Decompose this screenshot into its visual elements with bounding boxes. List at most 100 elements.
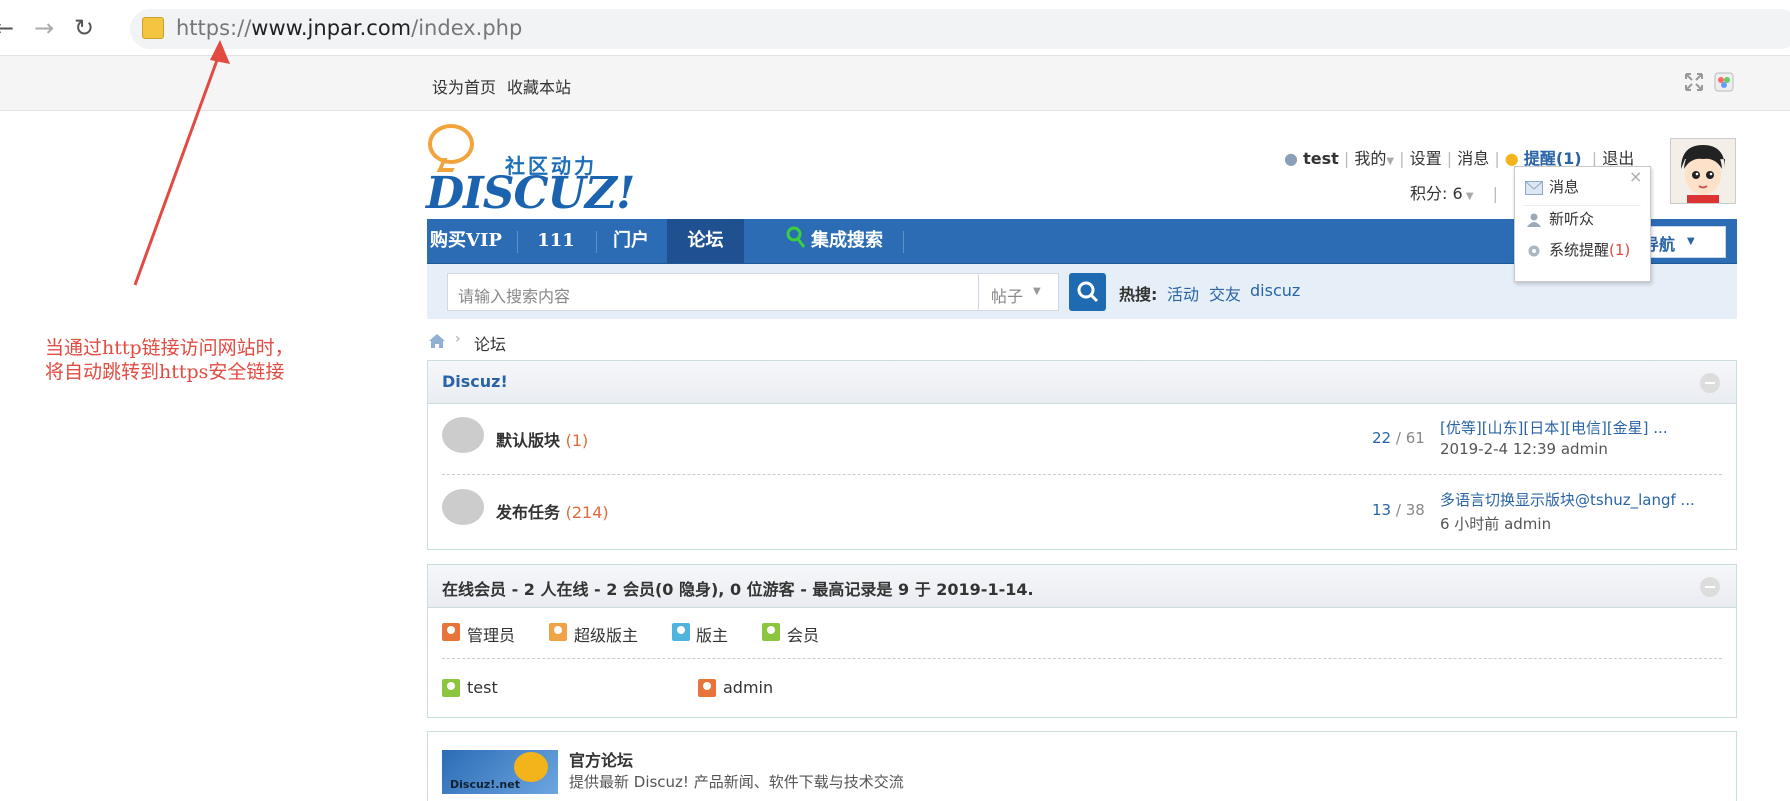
address-bar[interactable]: https://www.jnpar.com/index.php [130, 9, 1790, 49]
annotation-arrow [133, 40, 230, 286]
popup-item-system-reminder[interactable]: 系统提醒(1) [1525, 239, 1630, 260]
legend-super-moderator: 超级版主 [574, 626, 639, 645]
chevron-down-icon: ▼ [1386, 156, 1395, 167]
search-type-select[interactable]: 帖子 ▼ [979, 273, 1059, 311]
logo-en-text[interactable]: DISCUZ! [426, 168, 635, 219]
collapse-icon[interactable] [1700, 577, 1720, 597]
forward-icon[interactable]: → [30, 14, 58, 42]
avatar[interactable] [1670, 138, 1736, 204]
credits-text: 积分: 6 [1410, 184, 1463, 203]
forum-last-post-title[interactable]: 多语言切换显示版块@tshuz_langf ... [1440, 489, 1695, 510]
user-icon: ● [1284, 149, 1298, 168]
back-icon[interactable]: ← [0, 14, 18, 42]
search-input[interactable]: 请输入搜索内容 [447, 273, 979, 311]
reload-icon[interactable]: ↻ [70, 14, 98, 42]
forum-last-post-meta[interactable]: 2019-2-4 12:39 admin [1440, 440, 1608, 458]
hot-search-link[interactable]: 活动 [1167, 281, 1199, 305]
forum-name-text: 默认版块 [496, 431, 561, 450]
forum-last-post-title[interactable]: [优等][山东][日本][电信][金星] ... [1440, 417, 1668, 438]
forum-stats: 13 / 38 [1372, 501, 1425, 519]
legend-member: 会员 [787, 626, 820, 645]
admin-user-icon [698, 679, 716, 697]
divider [442, 474, 1722, 475]
url-path: /index.php [411, 16, 523, 40]
search-type-value: 帖子 [991, 287, 1024, 306]
legend-moderator: 版主 [696, 626, 729, 645]
fullscreen-icon[interactable] [1684, 72, 1704, 92]
hot-search-label: 热搜: [1119, 285, 1158, 304]
forum-posts: 38 [1405, 501, 1425, 519]
bookmark-link[interactable]: 收藏本站 [507, 74, 571, 98]
reminder-popup: × 消息 新听众 系统提醒(1) [1514, 166, 1651, 282]
settings-link[interactable]: 设置 [1410, 149, 1442, 168]
url-scheme: https:// [176, 16, 252, 40]
set-home-link[interactable]: 设为首页 [432, 74, 496, 98]
browser-toolbar: ← → ↻ https://www.jnpar.com/index.php [0, 0, 1790, 56]
envelope-icon [1525, 180, 1543, 195]
gear-icon [1525, 244, 1543, 258]
popup-item-new-followers[interactable]: 新听众 [1525, 208, 1594, 229]
online-members: 在线会员 - 2 人在线 - 2 会员(0 隐身), 0 位游客 - 最高记录是… [427, 564, 1737, 718]
nav-item-forum[interactable]: 论坛 [667, 219, 744, 263]
member-user-icon [762, 623, 780, 641]
popup-item-label: 新听众 [1549, 210, 1595, 228]
online-member-link[interactable]: test [467, 678, 498, 697]
site-favicon-icon [142, 17, 164, 39]
official-forum-title[interactable]: 官方论坛 [569, 747, 633, 771]
forum-name[interactable]: 发布任务 (214) [496, 499, 609, 523]
forum-stats: 22 / 61 [1372, 429, 1425, 447]
url-text[interactable]: https://www.jnpar.com/index.php [176, 16, 522, 40]
chevron-down-icon: ▼ [1462, 191, 1474, 202]
online-members-title: 在线会员 - 2 人在线 - 2 会员(0 隐身), 0 位游客 - 最高记录是… [442, 580, 1034, 599]
nav-divider [517, 231, 518, 253]
forum-group: Discuz! 默认版块 (1) 22 / 61 [优等][山东][日本][电信… [427, 360, 1737, 550]
user-icon [1525, 213, 1543, 227]
popup-item-count: (1) [1609, 241, 1631, 259]
username-link[interactable]: test [1303, 149, 1339, 168]
forum-bubble-icon [442, 489, 484, 525]
moderator-user-icon [672, 623, 690, 641]
chevron-down-icon: ▼ [1033, 286, 1041, 297]
annotation-text: 当通过http链接访问网站时， 将自动跳转到https安全链接 [45, 336, 294, 384]
color-theme-icon[interactable] [1714, 72, 1734, 92]
nav-item-111[interactable]: 111 [525, 219, 587, 263]
popup-item-label: 消息 [1549, 178, 1580, 196]
online-member-link[interactable]: admin [723, 678, 773, 697]
online-members-header: 在线会员 - 2 人在线 - 2 会员(0 隐身), 0 位游客 - 最高记录是… [428, 565, 1736, 608]
annotation-line: 将自动跳转到https安全链接 [45, 361, 285, 383]
breadcrumb-chevron-icon: › [455, 331, 461, 347]
forum-threads: 22 [1372, 429, 1392, 447]
collapse-icon[interactable] [1700, 373, 1720, 393]
forum-today-count: (1) [565, 431, 589, 450]
super-mod-user-icon [549, 623, 567, 641]
annotation-line: 当通过http链接访问网站时， [45, 337, 294, 359]
forum-posts: 61 [1405, 429, 1425, 447]
home-icon[interactable] [428, 333, 446, 349]
legend-admin: 管理员 [467, 626, 516, 645]
nav-item-portal[interactable]: 门户 [603, 219, 659, 263]
my-menu[interactable]: 我的 [1354, 149, 1386, 168]
forum-last-post-meta[interactable]: 6 小时前 admin [1440, 513, 1551, 534]
official-forum-logo[interactable]: Discuz!.net [442, 750, 558, 794]
forum-name[interactable]: 默认版块 (1) [496, 427, 588, 451]
forum-threads: 13 [1372, 501, 1392, 519]
credits-menu[interactable]: 积分: 6 ▼ | [1410, 180, 1498, 204]
nav-divider [596, 231, 597, 253]
divider [1523, 205, 1641, 206]
search-icon [1077, 281, 1099, 303]
site-topbar: 设为首页 收藏本站 [0, 56, 1790, 111]
search-magnifier-icon [785, 225, 807, 251]
forum-name-text: 发布任务 [496, 503, 561, 522]
nav-item-buy-vip[interactable]: 购买VIP [427, 219, 505, 263]
breadcrumb-current: 论坛 [474, 335, 507, 354]
search-button[interactable] [1069, 273, 1106, 311]
forum-group-title[interactable]: Discuz! [442, 372, 508, 391]
nav-divider [903, 231, 904, 253]
popup-item-messages[interactable]: 消息 [1525, 176, 1579, 197]
url-host: www.jnpar.com [251, 16, 412, 40]
hot-search-link[interactable]: discuz [1250, 281, 1300, 300]
hot-search-link[interactable]: 交友 [1209, 281, 1241, 305]
close-icon[interactable]: × [1629, 167, 1642, 186]
nav-item-integrated-search[interactable]: 集成搜索 [807, 219, 887, 263]
messages-link[interactable]: 消息 [1457, 149, 1489, 168]
